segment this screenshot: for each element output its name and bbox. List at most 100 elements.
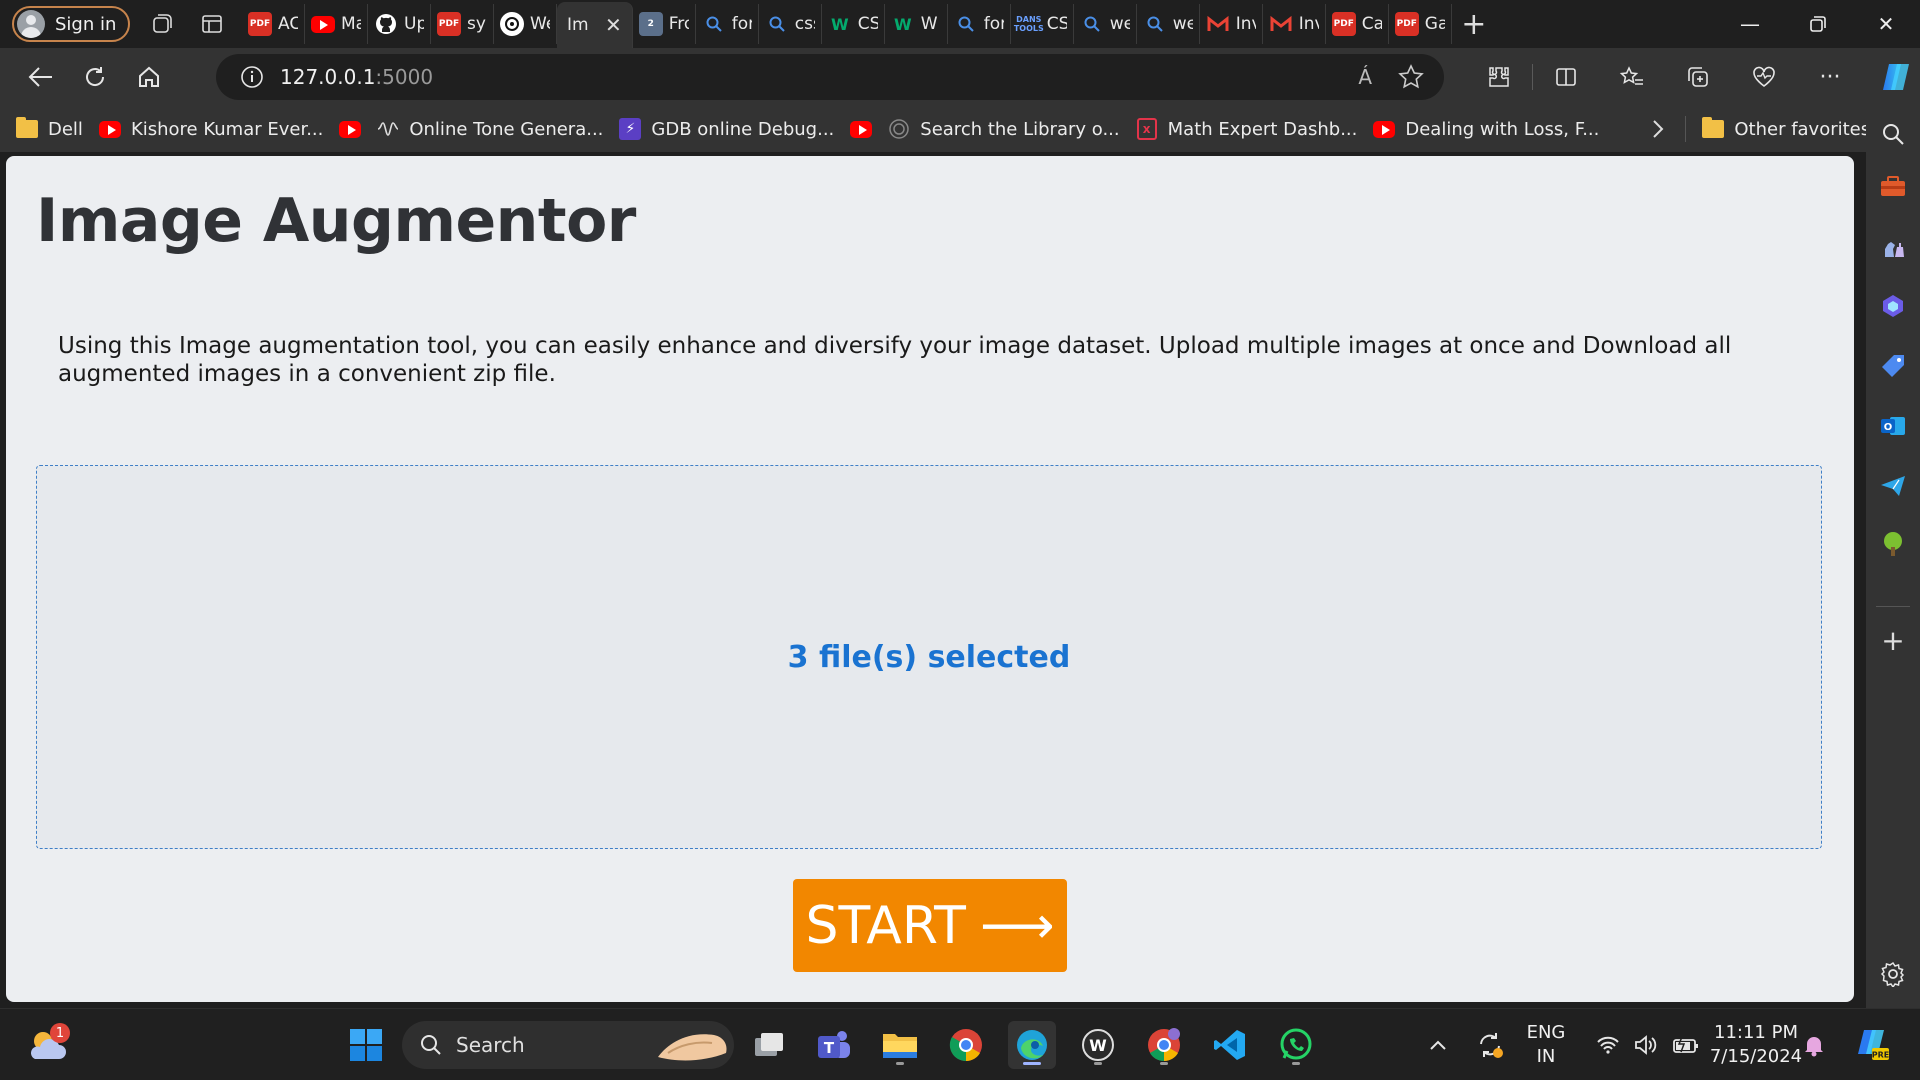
- task-view-button[interactable]: [745, 1021, 793, 1069]
- favorite-math-expert[interactable]: x Math Expert Dashb...: [1136, 118, 1357, 140]
- favorite-kishore-kumar[interactable]: Kishore Kumar Ever...: [98, 119, 323, 140]
- chrome-app[interactable]: [942, 1021, 990, 1069]
- sidebar-outlook-button[interactable]: O: [1879, 412, 1907, 440]
- tab-title: Fro: [668, 14, 689, 34]
- tab-10[interactable]: WW: [885, 4, 948, 44]
- extensions-button[interactable]: [1466, 48, 1532, 106]
- other-favorites[interactable]: Other favorites: [1702, 117, 1870, 140]
- tab-12[interactable]: DANS TOOLSCS: [1011, 4, 1074, 44]
- address-bar[interactable]: 127.0.0.1:5000 Á: [216, 54, 1444, 100]
- profile-button[interactable]: Sign in: [12, 6, 130, 42]
- tab-title: Up: [404, 14, 424, 34]
- notifications-button[interactable]: [1794, 1021, 1834, 1069]
- sidebar-tools-button[interactable]: [1879, 172, 1907, 200]
- favorite-dealing-with-loss[interactable]: Dealing with Loss, F...: [1373, 119, 1599, 140]
- start-menu-button[interactable]: [342, 1021, 390, 1069]
- copilot-sidebar-icon: [1883, 295, 1903, 317]
- tab-11[interactable]: for: [948, 4, 1011, 44]
- clock[interactable]: 11:11 PM 7/15/2024: [1704, 1021, 1808, 1069]
- teams-app[interactable]: T: [810, 1021, 858, 1069]
- home-button[interactable]: [123, 57, 175, 97]
- favorite-label: Search the Library o...: [920, 118, 1120, 140]
- restore-button[interactable]: [1784, 0, 1852, 48]
- close-window-button[interactable]: ✕: [1852, 0, 1920, 48]
- tab-6[interactable]: 2Fro: [633, 4, 696, 44]
- favorites-button[interactable]: [1599, 48, 1665, 106]
- tab-3[interactable]: PDF syl: [431, 4, 494, 44]
- input-language-indicator[interactable]: ENG IN: [1524, 1021, 1568, 1069]
- tab-13[interactable]: we: [1074, 4, 1137, 44]
- minimize-icon: —: [1740, 12, 1760, 36]
- tab-active[interactable]: Im ✕: [557, 2, 633, 48]
- sidebar-shopping-button[interactable]: [1879, 352, 1907, 380]
- wifi-icon: [1597, 1036, 1619, 1054]
- favorites-overflow-button[interactable]: [1651, 119, 1665, 139]
- read-aloud-icon[interactable]: Á: [1358, 65, 1372, 89]
- w3schools-icon: W: [893, 14, 912, 34]
- sidebar-settings-button[interactable]: [1879, 960, 1907, 988]
- quick-settings-button[interactable]: [1586, 1021, 1710, 1069]
- tab-7[interactable]: for: [696, 4, 759, 44]
- workspaces-button[interactable]: [144, 6, 180, 42]
- sidebar-search-button[interactable]: [1879, 120, 1907, 148]
- settings-more-button[interactable]: ···: [1797, 48, 1863, 106]
- tab-1[interactable]: Ma: [305, 4, 368, 44]
- tab-16[interactable]: Inv: [1263, 4, 1326, 44]
- copilot-button[interactable]: [1863, 48, 1920, 106]
- tab-15[interactable]: Inv: [1200, 4, 1263, 44]
- site-info-icon[interactable]: [240, 65, 264, 89]
- close-tab-icon[interactable]: ✕: [605, 13, 622, 37]
- pdf-icon: PDF: [1394, 12, 1419, 36]
- whatsapp-app[interactable]: [1272, 1021, 1320, 1069]
- new-tab-button[interactable]: +: [1452, 7, 1496, 42]
- file-explorer-app[interactable]: [876, 1021, 924, 1069]
- tab-4[interactable]: We: [494, 4, 557, 44]
- task-view-icon: [755, 1033, 783, 1056]
- show-hidden-icons-button[interactable]: [1418, 1021, 1458, 1069]
- chrome-icon: [949, 1029, 982, 1062]
- favorite-gdb-online[interactable]: ⚡ GDB online Debug...: [619, 118, 834, 140]
- back-button[interactable]: [15, 57, 67, 97]
- weather-widget[interactable]: 1: [24, 1021, 72, 1069]
- tab-18[interactable]: PDFGa: [1389, 4, 1452, 44]
- tab-14[interactable]: we: [1137, 4, 1200, 44]
- avatar: [17, 10, 45, 38]
- url-host: 127.0.0.1: [280, 65, 376, 89]
- favorite-star-icon[interactable]: [1398, 64, 1424, 90]
- search-icon: [1080, 12, 1104, 36]
- sidebar-telegram-button[interactable]: [1879, 472, 1907, 500]
- split-screen-button[interactable]: [1533, 48, 1599, 106]
- taskbar-search[interactable]: Search: [402, 1021, 734, 1069]
- tab-17[interactable]: PDFCa: [1326, 4, 1389, 44]
- tab-8[interactable]: css: [759, 4, 822, 44]
- windows-taskbar: 1 Search T W ENG IN 11:11 PM 7/15/2024 P…: [0, 1008, 1920, 1080]
- start-button[interactable]: START ⟶: [793, 879, 1067, 972]
- github-icon: [374, 12, 398, 36]
- browser-essentials-button[interactable]: [1731, 48, 1797, 106]
- favorite-youtube-2[interactable]: [850, 120, 873, 138]
- chrome-dev-app[interactable]: [1140, 1021, 1188, 1069]
- favorite-online-tone-generator[interactable]: Online Tone Genera...: [377, 119, 603, 140]
- wpsoffice-app[interactable]: W: [1074, 1021, 1122, 1069]
- favorite-dell[interactable]: Dell: [16, 117, 83, 140]
- refresh-button[interactable]: [69, 57, 121, 97]
- minimize-button[interactable]: —: [1716, 0, 1784, 48]
- sidebar-tree-button[interactable]: [1879, 530, 1907, 558]
- sidebar-copilot-button[interactable]: [1879, 292, 1907, 320]
- favorite-youtube[interactable]: [339, 120, 362, 138]
- collections-button[interactable]: [1665, 48, 1731, 106]
- vertical-tabs-button[interactable]: [194, 6, 230, 42]
- notification-badge: 1: [50, 1023, 70, 1043]
- tab-2[interactable]: Up: [368, 4, 431, 44]
- sync-status-button[interactable]: [1468, 1021, 1512, 1069]
- favorite-search-library[interactable]: Search the Library o...: [888, 118, 1120, 140]
- sidebar-add-button[interactable]: +: [1879, 623, 1907, 657]
- plus-icon: +: [1881, 623, 1905, 657]
- edge-app[interactable]: [1008, 1021, 1056, 1069]
- tab-9[interactable]: W CS: [822, 4, 885, 44]
- sidebar-games-button[interactable]: [1879, 232, 1907, 260]
- file-dropzone[interactable]: 3 file(s) selected: [36, 465, 1822, 849]
- tab-0[interactable]: PDF AC: [242, 4, 305, 44]
- vscode-app[interactable]: [1206, 1021, 1254, 1069]
- copilot-taskbar-button[interactable]: PRE: [1850, 1021, 1894, 1069]
